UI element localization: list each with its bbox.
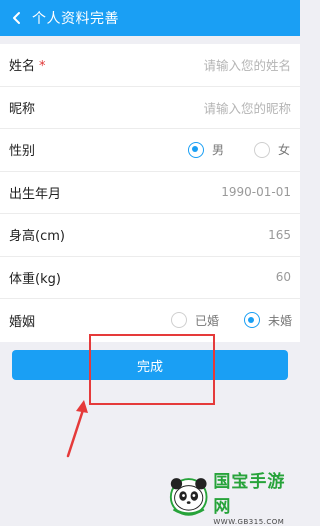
nickname-label: 昵称 (9, 101, 36, 117)
marriage-option-married[interactable]: 已婚 (170, 312, 219, 329)
back-button[interactable] (6, 7, 28, 29)
height-value: 165 (268, 227, 291, 242)
marriage-label: 婚姻 (9, 314, 36, 330)
required-mark: * (39, 59, 46, 75)
gender-option-female[interactable]: 女 (253, 141, 290, 158)
watermark-url: WWW.GB315.COM (213, 517, 285, 526)
birthday-label: 出生年月 (9, 186, 62, 202)
married-label: 已婚 (194, 313, 219, 328)
weight-row[interactable]: 体重(kg) 60 (0, 257, 300, 299)
radio-selected-icon (187, 141, 204, 158)
birthday-row[interactable]: 出生年月 1990-01-01 (0, 172, 300, 214)
gender-female-label: 女 (277, 143, 290, 158)
single-label: 未婚 (267, 313, 292, 328)
watermark-logo: 国宝手游网 WWW.GB315.COM (168, 470, 298, 526)
nickname-field[interactable]: 请输入您的昵称 (203, 98, 291, 117)
annotation-highlight-box (89, 334, 215, 405)
watermark-title: 国宝手游网 (213, 471, 286, 517)
name-placeholder: 请输入您的姓名 (203, 58, 291, 74)
panda-logo-icon (169, 478, 208, 516)
annotation-arrow-icon (66, 400, 88, 458)
nickname-row: 昵称 请输入您的昵称 (0, 87, 300, 129)
gender-male-label: 男 (211, 143, 224, 158)
weight-label: 体重(kg) (9, 271, 61, 287)
height-row[interactable]: 身高(cm) 165 (0, 214, 300, 257)
gender-option-male[interactable]: 男 (187, 141, 224, 158)
nickname-placeholder: 请输入您的昵称 (203, 100, 291, 116)
name-label: 姓名 * (9, 59, 46, 75)
gender-label: 性别 (9, 144, 36, 160)
name-row: 姓名 * 请输入您的姓名 (0, 44, 300, 87)
radio-unselected-icon (253, 141, 270, 158)
radio-selected-icon (243, 312, 260, 329)
height-label: 身高(cm) (9, 229, 65, 245)
chevron-left-icon (13, 12, 20, 24)
marriage-option-single[interactable]: 未婚 (243, 312, 292, 329)
page-title: 个人资料完善 (32, 11, 119, 27)
birthday-value: 1990-01-01 (221, 185, 291, 200)
name-field[interactable]: 请输入您的姓名 (203, 55, 291, 74)
profile-form: 姓名 * 请输入您的姓名 昵称 请输入您的昵称 性别 男 女 出生年月 1990-… (0, 44, 300, 342)
radio-unselected-icon (170, 312, 187, 329)
weight-value: 60 (275, 270, 291, 285)
app-header: 个人资料完善 (0, 0, 300, 36)
gender-row: 性别 男 女 (0, 129, 300, 172)
